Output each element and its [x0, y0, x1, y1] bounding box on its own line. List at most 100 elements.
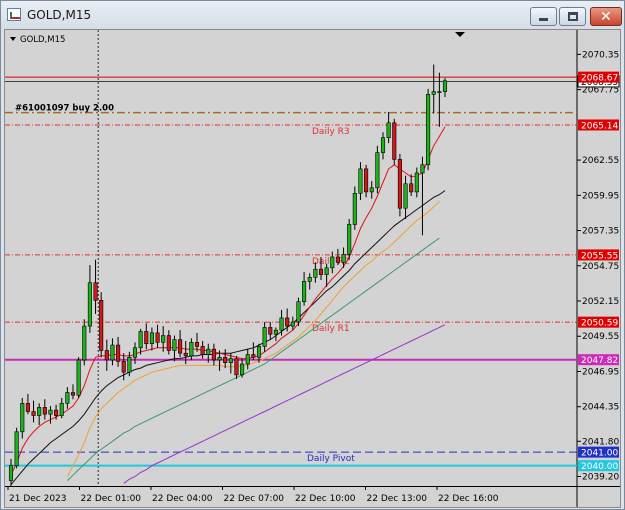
candle-body[interactable]: [431, 91, 436, 95]
price-tag-label-magenta: 2047.82: [581, 356, 618, 366]
price-tag-label-cyan: 2040.00: [581, 462, 618, 472]
candle-body[interactable]: [93, 282, 98, 301]
candle-body[interactable]: [14, 431, 19, 466]
x-tick-label: 22 Dec 01:00: [81, 494, 142, 504]
candle-body[interactable]: [37, 407, 42, 416]
candle-body[interactable]: [48, 409, 53, 415]
candle-body[interactable]: [178, 339, 183, 354]
candle-body[interactable]: [375, 152, 380, 189]
candle-body[interactable]: [104, 350, 109, 361]
candle-body[interactable]: [330, 256, 335, 269]
price-tag-label-r2: 2055.55: [581, 251, 618, 261]
candle-body[interactable]: [302, 281, 307, 302]
minimize-button[interactable]: [530, 7, 557, 26]
candle-body[interactable]: [183, 352, 188, 357]
candle-body[interactable]: [251, 354, 256, 358]
candle-body[interactable]: [318, 268, 324, 275]
candle-body[interactable]: [42, 407, 47, 415]
candle-body[interactable]: [386, 122, 391, 139]
candle-body[interactable]: [217, 356, 222, 361]
candle-body[interactable]: [414, 172, 419, 193]
maximize-button[interactable]: [559, 7, 586, 26]
candle-body[interactable]: [189, 342, 194, 357]
y-tick-label: 2057.35: [582, 227, 619, 237]
candle-body[interactable]: [200, 346, 205, 355]
price-chart[interactable]: GOLD,M152070.352067.752062.552059.952057…: [5, 30, 620, 507]
minimize-icon: [539, 18, 548, 21]
candle-body[interactable]: [155, 332, 160, 343]
candle-body[interactable]: [110, 344, 115, 361]
candle-body[interactable]: [307, 276, 312, 282]
candle-body[interactable]: [59, 403, 64, 416]
candle-body[interactable]: [25, 403, 30, 412]
candle-body[interactable]: [76, 359, 81, 396]
candle-body[interactable]: [369, 187, 374, 193]
candle-body[interactable]: [268, 327, 273, 335]
candle-body[interactable]: [99, 300, 104, 351]
candle-body[interactable]: [116, 344, 121, 362]
candle-body[interactable]: [403, 183, 408, 209]
candle-body[interactable]: [206, 348, 211, 355]
candle-body[interactable]: [138, 331, 143, 349]
window-title: GOLD,M15: [27, 8, 92, 22]
candle-body[interactable]: [172, 339, 177, 351]
candle-body[interactable]: [279, 317, 284, 331]
chart-background: [5, 30, 620, 507]
y-tick-label: 2049.55: [582, 332, 619, 342]
candle-body[interactable]: [437, 91, 442, 93]
candle-body[interactable]: [8, 465, 14, 481]
candle-body[interactable]: [347, 224, 352, 255]
candle-body[interactable]: [240, 363, 245, 376]
candle-body[interactable]: [194, 342, 200, 347]
chart-window: GOLD,M15 ✕ GOLD,M15 2070.35 2067.75 2062.55…: [0, 0, 625, 510]
candle-body[interactable]: [409, 183, 414, 193]
candle-body[interactable]: [31, 411, 36, 416]
x-tick-label: 22 Dec 07:00: [224, 494, 285, 504]
candle-body[interactable]: [380, 137, 386, 153]
candle-body[interactable]: [341, 253, 346, 263]
x-tick-label: 22 Dec 16:00: [438, 494, 499, 504]
candle-body[interactable]: [70, 392, 76, 396]
candle-body[interactable]: [121, 361, 126, 373]
candle-body[interactable]: [364, 168, 369, 193]
candle-body[interactable]: [352, 192, 357, 225]
candle-body[interactable]: [228, 358, 233, 363]
candle-body[interactable]: [273, 329, 278, 335]
candle-body[interactable]: [223, 356, 228, 363]
candle-body[interactable]: [127, 356, 132, 373]
candle-body[interactable]: [262, 327, 267, 347]
candle-body[interactable]: [54, 409, 59, 416]
candle-body[interactable]: [442, 80, 448, 92]
candle-body[interactable]: [392, 122, 397, 160]
candle-body[interactable]: [256, 346, 262, 358]
candle-body[interactable]: [324, 267, 329, 275]
chart-area[interactable]: GOLD,M15 2070.35 2067.75 2062.55 2059.95 2057…: [4, 29, 621, 508]
x-tick-label: 22 Dec 10:00: [295, 494, 356, 504]
candle-body[interactable]: [296, 301, 301, 323]
candle-body[interactable]: [234, 358, 239, 376]
candle-body[interactable]: [211, 348, 216, 361]
candle-body[interactable]: [132, 347, 138, 358]
y-tick-label: 2062.55: [582, 156, 619, 166]
candle-body[interactable]: [420, 164, 425, 174]
candle-body[interactable]: [245, 354, 250, 365]
candle-body[interactable]: [397, 159, 402, 209]
y-tick-label: 2070.35: [582, 50, 619, 60]
title-bar[interactable]: GOLD,M15 ✕: [1, 1, 624, 29]
candle-body[interactable]: [149, 332, 154, 345]
candle-body[interactable]: [144, 331, 149, 345]
candle-body[interactable]: [20, 403, 25, 433]
candle-body[interactable]: [87, 282, 92, 327]
candle-body[interactable]: [426, 94, 431, 166]
candle-body[interactable]: [285, 317, 290, 327]
candle-body[interactable]: [290, 321, 295, 327]
x-tick-label: 21 Dec 2023: [9, 494, 67, 504]
candle-body[interactable]: [161, 335, 166, 343]
candle-body[interactable]: [335, 256, 340, 263]
candle-body[interactable]: [82, 325, 87, 361]
close-button[interactable]: ✕: [590, 7, 622, 26]
candle-body[interactable]: [166, 335, 171, 351]
candle-body[interactable]: [65, 392, 70, 404]
candle-body[interactable]: [313, 268, 318, 278]
candle-body[interactable]: [358, 168, 363, 194]
